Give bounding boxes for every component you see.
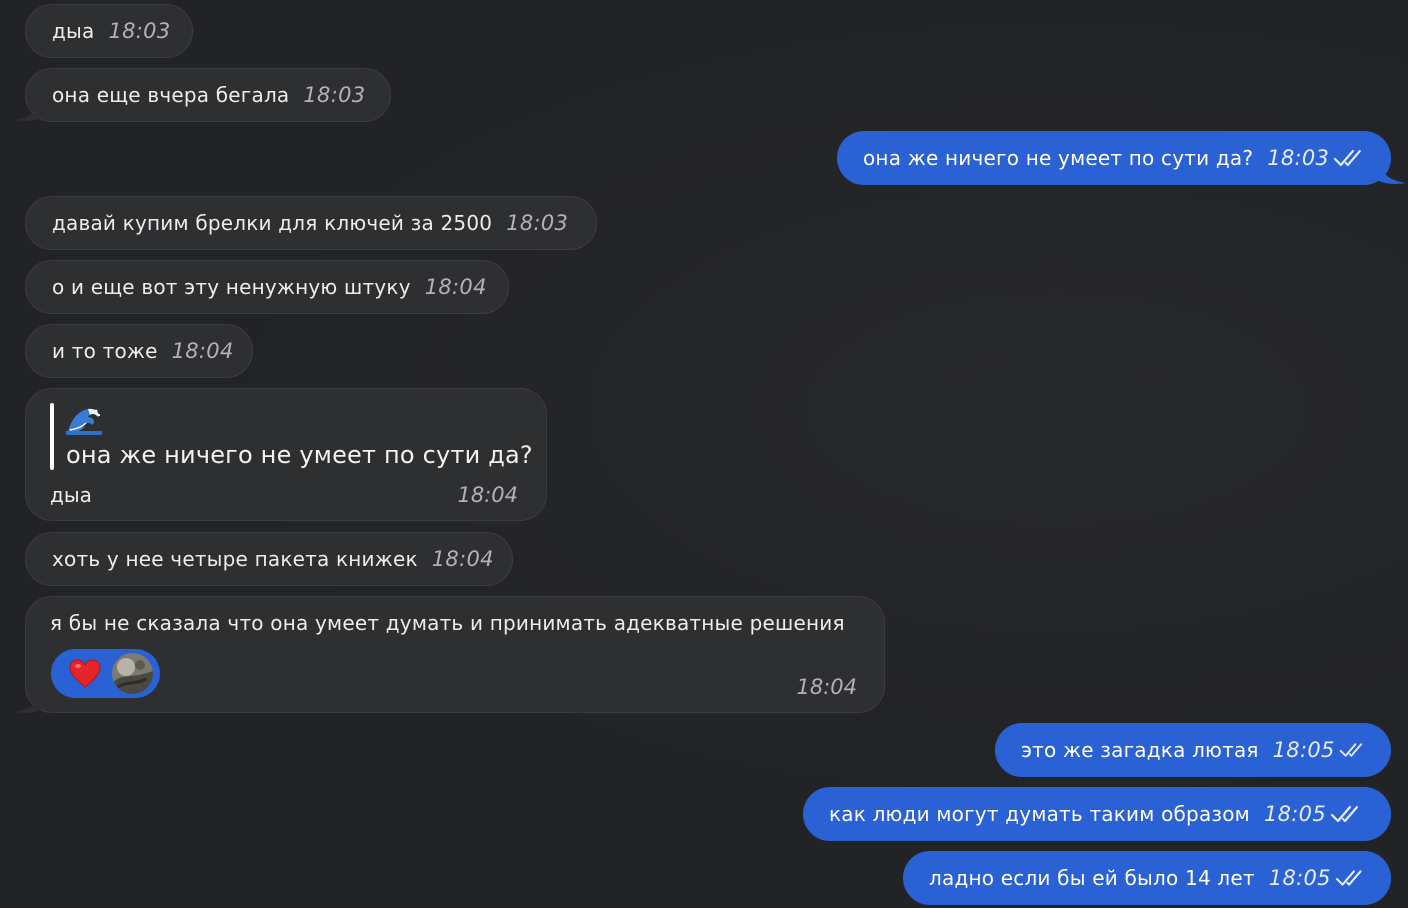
message-time: 18:04 xyxy=(457,483,518,507)
message-time: 18:04 xyxy=(424,275,487,299)
bubble-tail xyxy=(14,694,44,713)
bubble-tail xyxy=(14,102,44,121)
avatar xyxy=(112,653,153,694)
message-time: 18:03 xyxy=(108,19,171,43)
message-incoming[interactable]: давай купим брелки для ключей за 2500 18… xyxy=(25,196,597,250)
message-time: 18:05 xyxy=(1263,802,1326,826)
heart-icon xyxy=(69,659,101,688)
message-outgoing[interactable]: как люди могут думать таким образом 18:0… xyxy=(803,787,1391,841)
double-check-icon xyxy=(1339,743,1362,757)
message-incoming[interactable]: она еще вчера бегала 18:03 xyxy=(25,68,391,122)
double-check-icon xyxy=(1335,870,1362,886)
message-text: как люди могут думать таким образом xyxy=(829,802,1250,826)
bubble-tail xyxy=(1376,165,1406,184)
message-text: ладно если бы ей было 14 лет xyxy=(929,866,1255,890)
message-text: она еще вчера бегала xyxy=(52,83,290,107)
message-text: о и еще вот эту ненужную штуку xyxy=(52,275,411,299)
message-text: она же ничего не умеет по сути да? xyxy=(863,146,1254,170)
message-incoming[interactable]: хоть у нее четыре пакета книжек 18:04 xyxy=(25,532,513,586)
message-time: 18:05 xyxy=(1272,738,1335,762)
message-text: давай купим брелки для ключей за 2500 xyxy=(52,211,493,235)
double-check-icon xyxy=(1330,805,1359,823)
reaction-button[interactable] xyxy=(51,649,160,698)
message-outgoing[interactable]: она же ничего не умеет по сути да? 18:03 xyxy=(837,131,1391,185)
message-time: 18:04 xyxy=(171,339,234,363)
message-outgoing[interactable]: это же загадка лютая 18:05 xyxy=(995,723,1391,777)
message-incoming[interactable]: о и еще вот эту ненужную штуку 18:04 xyxy=(25,260,509,314)
message-text: дыа xyxy=(52,19,95,43)
reply-quoted-text: она же ничего не умеет по сути да? xyxy=(66,441,533,469)
wave-emoji-icon xyxy=(66,408,102,435)
message-time: 18:04 xyxy=(431,547,494,571)
message-incoming[interactable]: я бы не сказала что она умеет думать и п… xyxy=(25,596,885,713)
message-incoming-reply[interactable]: она же ничего не умеет по сути да? дыа 1… xyxy=(25,388,547,521)
message-time: 18:03 xyxy=(506,211,569,235)
reply-quote-bar xyxy=(50,403,54,470)
message-text: это же загадка лютая xyxy=(1021,738,1259,762)
message-incoming[interactable]: и то тоже 18:04 xyxy=(25,324,253,378)
double-check-icon xyxy=(1334,149,1362,167)
message-text: я бы не сказала что она умеет думать и п… xyxy=(50,611,845,635)
chat-area: дыа 18:03 она еще вчера бегала 18:03 она… xyxy=(0,0,1408,908)
message-text: дыа xyxy=(50,483,92,507)
message-time: 18:05 xyxy=(1268,866,1331,890)
message-time: 18:03 xyxy=(303,83,366,107)
message-text: и то тоже xyxy=(52,339,158,363)
message-incoming[interactable]: дыа 18:03 xyxy=(25,4,193,58)
message-time: 18:04 xyxy=(796,675,857,699)
message-text: хоть у нее четыре пакета книжек xyxy=(52,547,418,571)
message-time: 18:03 xyxy=(1267,146,1330,170)
message-outgoing[interactable]: ладно если бы ей было 14 лет 18:05 xyxy=(903,851,1391,905)
